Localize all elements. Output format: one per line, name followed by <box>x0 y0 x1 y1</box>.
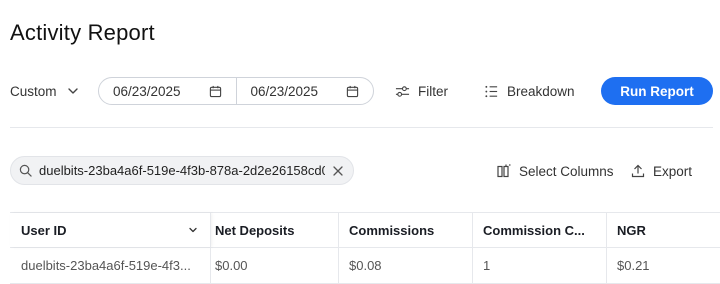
filter-label: Filter <box>418 83 448 99</box>
upload-icon <box>631 164 645 178</box>
section-divider <box>10 127 713 128</box>
search-icon <box>19 164 32 177</box>
search-input[interactable] <box>39 163 325 178</box>
columns-icon <box>497 164 511 178</box>
select-columns-button[interactable]: Select Columns <box>497 158 614 184</box>
chevron-down-icon <box>67 88 78 94</box>
run-report-button[interactable]: Run Report <box>601 77 713 105</box>
cell-ngr: $0.21 <box>606 248 720 283</box>
column-header-commissions[interactable]: Commissions <box>338 213 472 247</box>
calendar-icon <box>346 85 359 97</box>
activity-table: User ID Net Deposits Commissions Commiss… <box>10 212 720 284</box>
date-range-label: Custom <box>10 83 57 99</box>
end-date-value: 06/23/2025 <box>250 83 319 99</box>
select-columns-label: Select Columns <box>519 163 614 179</box>
search-field <box>10 156 354 185</box>
export-button[interactable]: Export <box>631 158 692 184</box>
page-title: Activity Report <box>10 20 155 45</box>
start-date-field[interactable]: 06/23/2025 <box>99 78 236 104</box>
cell-net-deposits: $0.00 <box>210 248 338 283</box>
breakdown-label: Breakdown <box>507 83 575 99</box>
cell-commission-count: 1 <box>472 248 606 283</box>
export-label: Export <box>653 163 693 179</box>
filter-button[interactable]: Filter <box>395 76 448 106</box>
column-header-net-deposits[interactable]: Net Deposits <box>210 213 338 247</box>
column-header-commission-count[interactable]: Commission C... <box>472 213 606 247</box>
end-date-field[interactable]: 06/23/2025 <box>235 78 374 104</box>
table-header-row: User ID Net Deposits Commissions Commiss… <box>10 212 720 248</box>
start-date-value: 06/23/2025 <box>113 83 181 99</box>
list-icon <box>485 85 498 97</box>
calendar-icon <box>209 85 221 97</box>
column-header-user-id[interactable]: User ID <box>10 213 210 247</box>
date-range-picker: 06/23/2025 06/23/2025 <box>98 77 374 105</box>
breakdown-button[interactable]: Breakdown <box>484 76 575 106</box>
date-range-select[interactable]: Custom <box>10 76 79 106</box>
table-row[interactable]: duelbits-23ba4a6f-519e-4f3... $0.00 $0.0… <box>10 248 720 284</box>
column-header-ngr[interactable]: NGR <box>606 213 720 247</box>
chevron-down-icon[interactable] <box>188 225 198 235</box>
report-toolbar: Custom 06/23/2025 06/23/2025 Filter Brea… <box>0 76 720 106</box>
close-icon[interactable] <box>333 165 343 176</box>
cell-commissions: $0.08 <box>338 248 472 283</box>
filter-sliders-icon <box>395 85 410 97</box>
cell-user-id: duelbits-23ba4a6f-519e-4f3... <box>21 258 191 273</box>
